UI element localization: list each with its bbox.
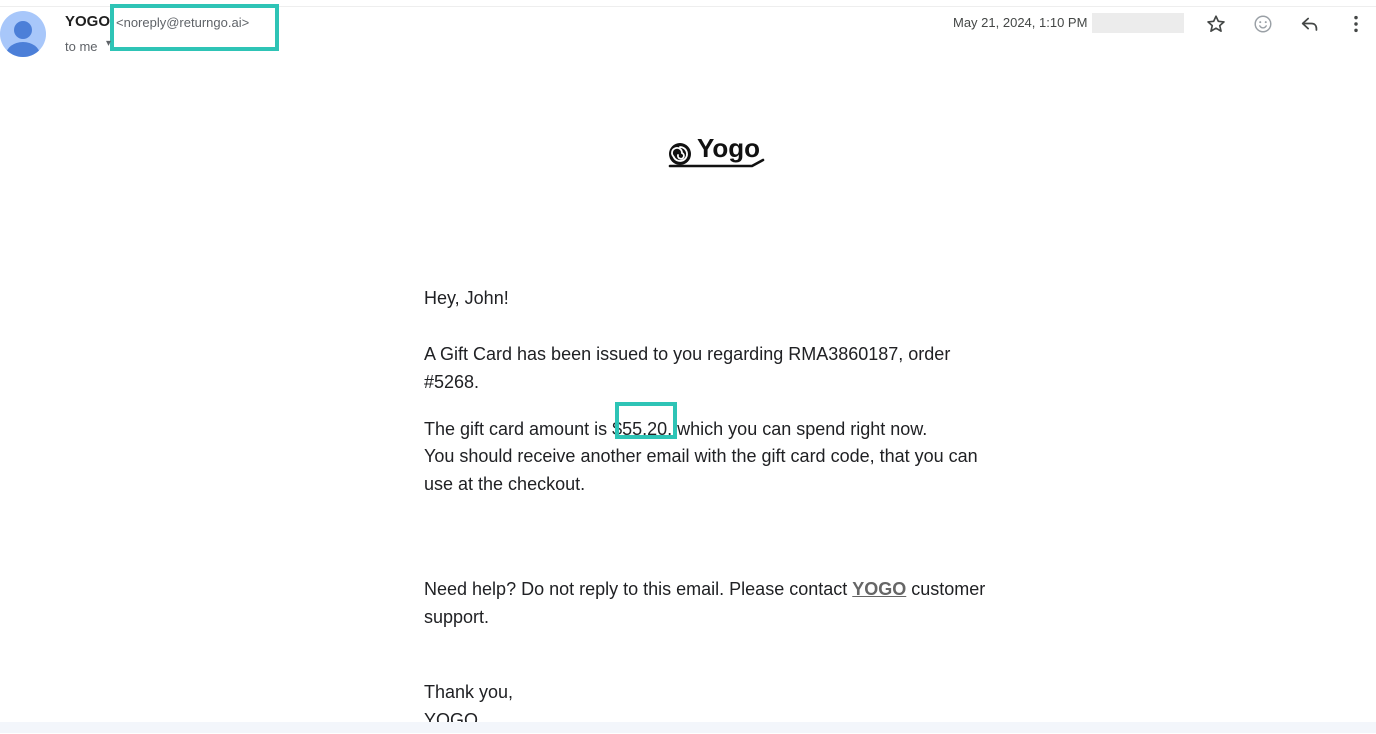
amount-highlight-box — [615, 402, 677, 439]
amount-prefix: The gift card amount is — [424, 419, 613, 439]
recipient-details-caret-icon[interactable]: ▾ — [106, 38, 111, 49]
greeting: Hey, John! — [424, 288, 509, 308]
email-highlight-box — [110, 4, 279, 51]
sender-name[interactable]: YOGO — [65, 13, 110, 30]
redacted-time-ago — [1092, 13, 1184, 33]
amount-suffix: , which you can spend right now. — [667, 419, 928, 439]
yogo-logo: Yogo — [666, 130, 766, 174]
help-paragraph: Need help? Do not reply to this email. P… — [424, 575, 985, 603]
help-suffix: customer — [906, 579, 986, 599]
avatar-body-shape — [6, 42, 40, 57]
reply-icon[interactable] — [1298, 12, 1322, 36]
help-prefix: Need help? Do not reply to this email. P… — [424, 579, 853, 599]
help-line-2: support. — [424, 607, 490, 627]
more-vert-icon[interactable] — [1344, 12, 1368, 36]
logo-wordmark: Yogo — [697, 133, 760, 163]
receive-line-2: use at the checkout. — [424, 474, 586, 494]
emoji-icon[interactable] — [1251, 12, 1275, 36]
bottom-bar — [0, 722, 1376, 733]
receive-line-1: You should receive another email with th… — [424, 446, 978, 466]
closing-thanks: Thank you, — [424, 682, 514, 702]
sender-avatar[interactable] — [0, 11, 46, 57]
avatar-head-shape — [14, 21, 32, 39]
recipient-label[interactable]: to me — [65, 39, 98, 54]
yogo-logo-mark: Yogo — [668, 133, 765, 168]
star-icon[interactable] — [1204, 12, 1228, 36]
message-date: May 21, 2024, 1:10 PM — [953, 15, 1088, 30]
issued-line-2: #5268. — [424, 372, 480, 392]
issued-line-1: A Gift Card has been issued to you regar… — [424, 344, 951, 364]
yogo-support-link[interactable]: YOGO — [852, 579, 906, 599]
